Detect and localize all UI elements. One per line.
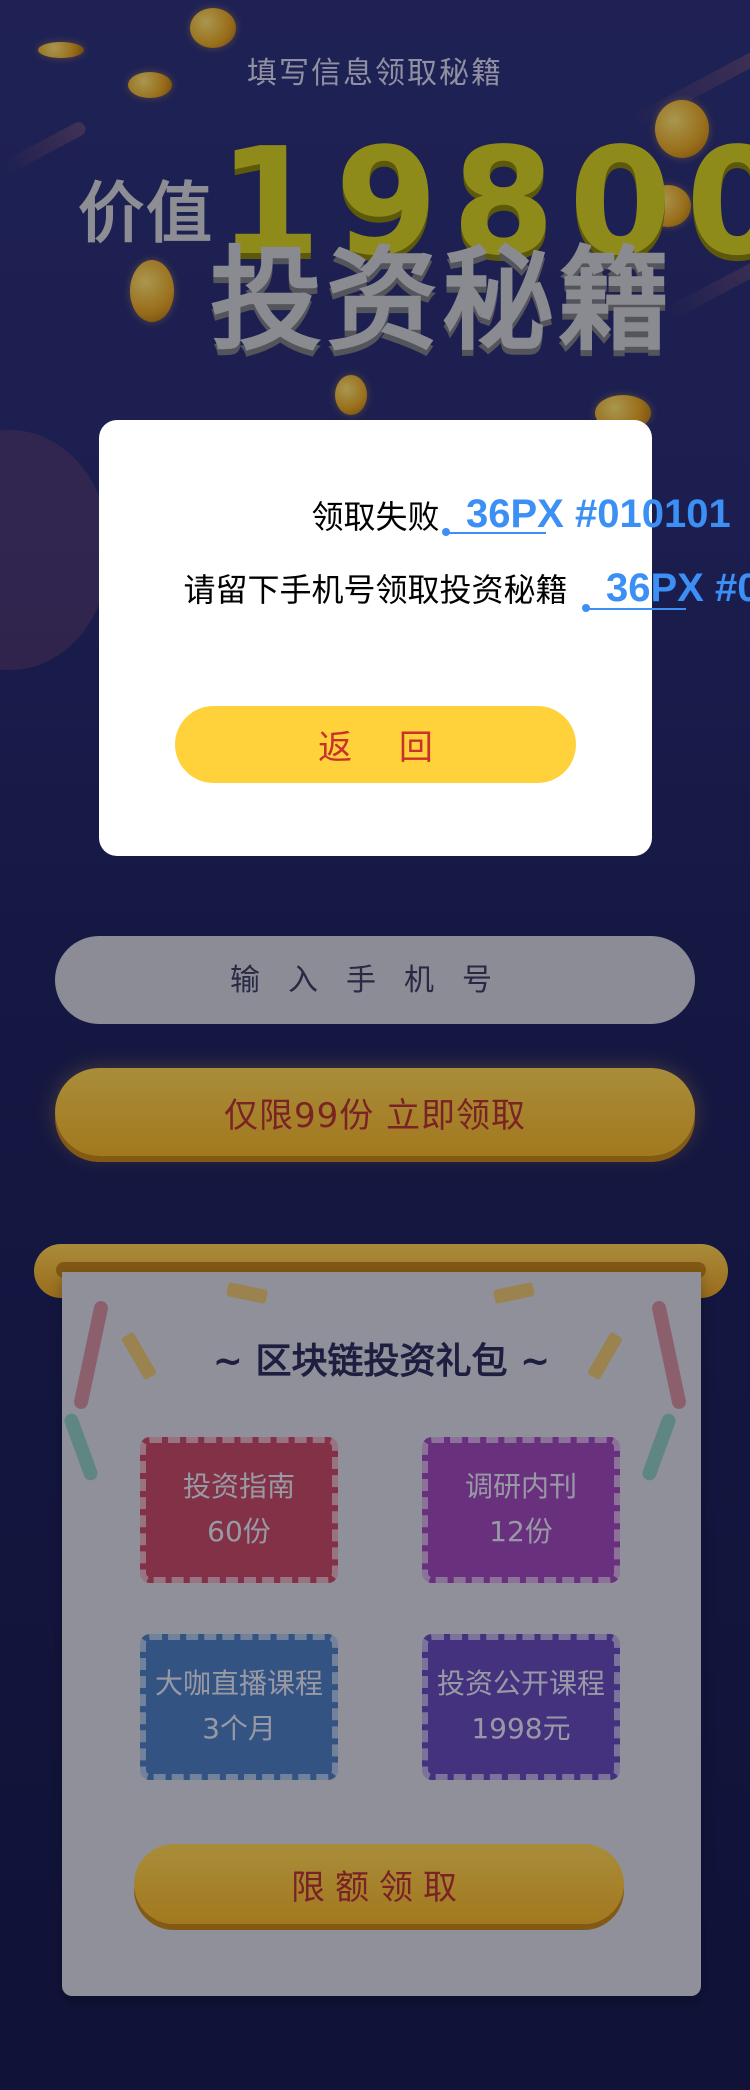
return-button[interactable]: 返 回 [175, 706, 576, 783]
failure-modal: 领取失败 请留下手机号领取投资秘籍 返 回 [99, 420, 652, 856]
modal-message-body: 请留下手机号领取投资秘籍 [183, 571, 568, 609]
modal-overlay [0, 0, 750, 2090]
landing-page: 填写信息领取秘籍 价值 19800 投资秘籍 仅限99份 立即领取 ~ 区块链投… [0, 0, 750, 2090]
annotation-spec-1: 36PX #010101 [466, 492, 731, 536]
annotation-spec-2: 36PX #010101 [606, 566, 750, 610]
